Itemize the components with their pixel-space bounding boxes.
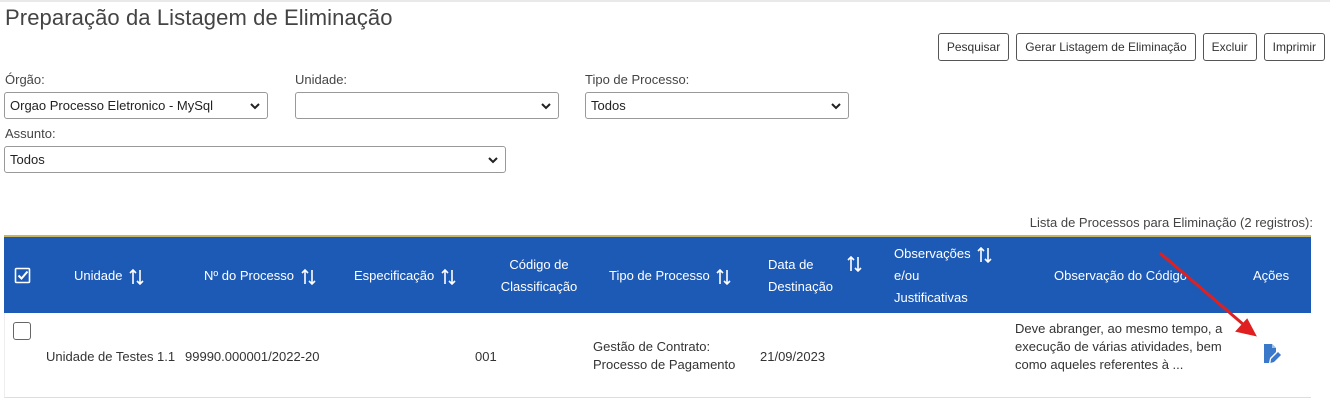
orgao-label: Órgão: — [5, 72, 45, 87]
unidade-select[interactable] — [295, 92, 559, 119]
header-acoes: Ações — [1253, 268, 1290, 283]
cell-numero-processo[interactable]: 99990.000001/2022-20 — [185, 348, 319, 366]
cell-data-destinacao: 21/09/2023 — [760, 349, 826, 364]
cell-tipo-processo: Gestão de Contrato: Processo de Pagament… — [593, 338, 735, 374]
tipo-processo-label: Tipo de Processo: — [585, 72, 690, 87]
sort-icon — [716, 268, 731, 285]
process-table: Unidade Nº do Processo Especificação Cód… — [4, 235, 1311, 400]
header-unidade-label: Unidade — [74, 268, 123, 283]
select-all-checkbox-icon[interactable] — [14, 267, 32, 285]
orgao-select[interactable]: Orgao Processo Eletronico - MySql — [4, 92, 268, 119]
sort-icon[interactable] — [847, 255, 863, 273]
header-codigo-line1: Código de — [509, 257, 569, 272]
header-obs-line1: Observações — [894, 246, 971, 261]
header-especificacao[interactable]: Especificação — [354, 265, 457, 287]
chevron-down-icon — [488, 157, 498, 164]
toolbar: Pesquisar Gerar Listagem de Eliminação E… — [937, 33, 1325, 61]
header-obs-line2: e/ou — [894, 268, 920, 283]
generate-list-button[interactable]: Gerar Listagem de Eliminação — [1016, 33, 1196, 61]
header-data-line2: Destinação — [768, 279, 834, 294]
header-tipo-label: Tipo de Processo — [609, 268, 710, 283]
sort-icon — [301, 268, 316, 285]
tipo-processo-select-value: Todos — [591, 98, 626, 113]
cell-codigo: 001 — [475, 349, 497, 364]
header-tipo-processo[interactable]: Tipo de Processo — [609, 265, 732, 287]
cell-obs-codigo-line1: Deve abranger, ao mesmo tempo, a — [1015, 321, 1223, 336]
cell-obs-codigo-line2: execução de várias atividades, bem — [1015, 339, 1222, 354]
assunto-select-value: Todos — [10, 152, 45, 167]
header-unidade[interactable]: Unidade — [74, 265, 145, 287]
orgao-select-value: Orgao Processo Eletronico - MySql — [10, 98, 214, 113]
header-codigo-line2: Classificação — [500, 279, 578, 294]
sort-icon — [441, 268, 456, 285]
header-data-line1: Data de — [768, 257, 814, 272]
cell-tipo-line1: Gestão de Contrato: — [593, 339, 711, 354]
row-checkbox[interactable] — [13, 322, 31, 340]
assunto-label: Assunto: — [5, 126, 56, 141]
chevron-down-icon — [250, 103, 260, 110]
print-button[interactable]: Imprimir — [1263, 33, 1325, 61]
chevron-down-icon — [541, 103, 551, 110]
header-numero-label: Nº do Processo — [204, 268, 295, 283]
unidade-label: Unidade: — [295, 72, 348, 87]
sort-icon — [129, 268, 144, 285]
table-row: Unidade de Testes 1.1 99990.000001/2022-… — [4, 313, 1311, 398]
header-numero-processo[interactable]: Nº do Processo — [204, 265, 317, 287]
cell-observacao-codigo: Deve abranger, ao mesmo tempo, a execuçã… — [1015, 320, 1230, 374]
header-obs-line3: Justificativas — [894, 290, 968, 305]
table-caption: Lista de Processos para Eliminação (2 re… — [1029, 215, 1313, 230]
cell-obs-codigo-line3: como aqueles referentes à ... — [1015, 357, 1184, 372]
header-observacoes[interactable]: Observações e/ou Justificativas — [894, 243, 993, 309]
top-border — [0, 0, 1330, 2]
header-especificacao-label: Especificação — [354, 268, 435, 283]
header-observacao-codigo: Observação do Código — [1054, 268, 1187, 283]
header-codigo-classificacao: Código de Classificação — [484, 254, 594, 298]
sort-icon — [977, 246, 992, 263]
assunto-select[interactable]: Todos — [4, 146, 506, 173]
table-header: Unidade Nº do Processo Especificação Cód… — [4, 235, 1311, 313]
page-title: Preparação da Listagem de Eliminação — [5, 5, 393, 30]
cell-unidade: Unidade de Testes 1.1 — [46, 349, 176, 364]
header-data-destinacao: Data de Destinação — [768, 254, 833, 298]
delete-button[interactable]: Excluir — [1202, 33, 1257, 61]
chevron-down-icon — [831, 103, 841, 110]
search-button[interactable]: Pesquisar — [937, 33, 1010, 61]
cell-tipo-line2: Processo de Pagamento — [593, 357, 736, 372]
edit-document-icon[interactable] — [1262, 343, 1282, 365]
tipo-processo-select[interactable]: Todos — [585, 92, 849, 119]
